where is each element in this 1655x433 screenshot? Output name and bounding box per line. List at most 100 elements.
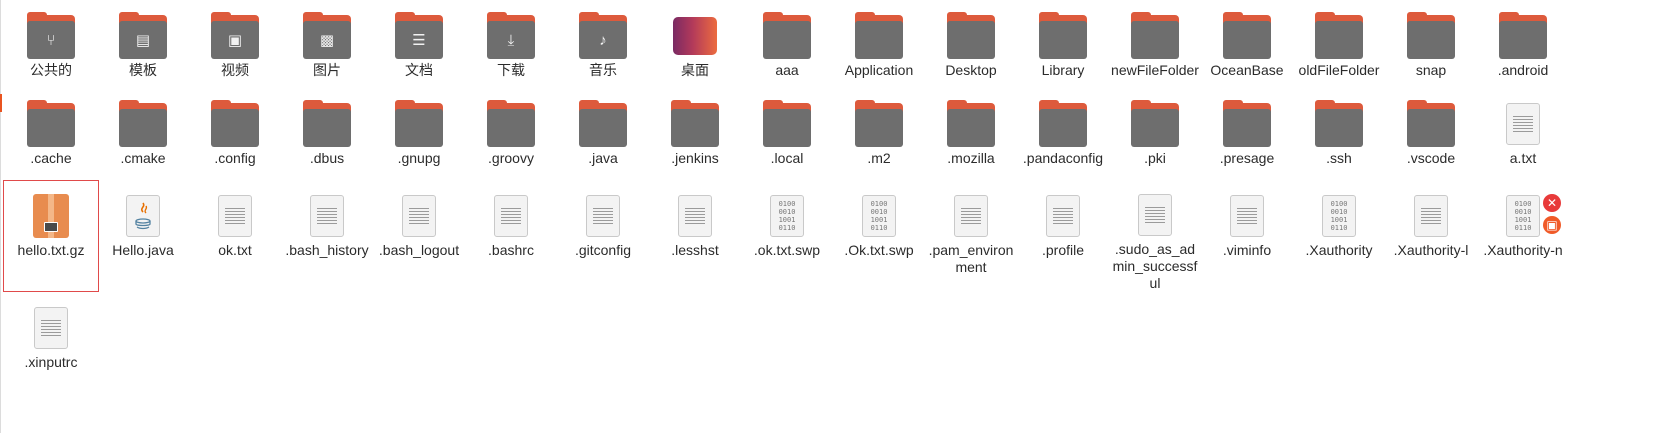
file-item-mozilla[interactable]: .mozilla: [923, 88, 1019, 180]
file-name-label: 图片: [313, 62, 341, 78]
music-folder-icon: ♪: [579, 12, 627, 59]
download-icon: ⤓: [507, 31, 515, 49]
folder-front: [27, 109, 75, 147]
file-item-java[interactable]: .java: [555, 88, 651, 180]
file-item-vscode[interactable]: .vscode: [1383, 88, 1479, 180]
file-thumbnail: [115, 95, 171, 147]
file-item-item[interactable]: ▩ 图片: [279, 0, 375, 86]
file-thumbnail: [207, 95, 263, 147]
text-file-icon: [310, 195, 344, 237]
file-item-bash-logout[interactable]: .bash_logout: [371, 180, 467, 292]
text-line: [225, 217, 245, 218]
file-item-ssh[interactable]: .ssh: [1291, 88, 1387, 180]
folder-front: [1039, 109, 1087, 147]
file-name-label: .android: [1497, 62, 1549, 78]
file-item-android[interactable]: .android: [1475, 0, 1571, 86]
text-line: [1421, 208, 1441, 209]
file-item-oldfilefolder[interactable]: oldFileFolder: [1291, 0, 1387, 86]
text-line: [317, 217, 337, 218]
file-item-aaa[interactable]: aaa: [739, 0, 835, 86]
file-item-a-txt[interactable]: a.txt: [1475, 88, 1571, 180]
file-item-hello-txt-gz[interactable]: hello.txt.gz: [3, 180, 99, 292]
file-item-jenkins[interactable]: .jenkins: [647, 88, 743, 180]
file-item-gitconfig[interactable]: .gitconfig: [555, 180, 651, 292]
file-item-pki[interactable]: .pki: [1107, 88, 1203, 180]
file-item-item[interactable]: ♪ 音乐: [555, 0, 651, 86]
music-icon: ♪: [599, 31, 607, 49]
file-item-oceanbase[interactable]: OceanBase: [1199, 0, 1295, 86]
file-item-groovy[interactable]: .groovy: [463, 88, 559, 180]
file-item-item[interactable]: ▤ 模板: [95, 0, 191, 86]
file-item-xauthority[interactable]: 0100 0010 1001 0110 .Xauthority: [1291, 180, 1387, 292]
file-item-xinputrc[interactable]: .xinputrc: [3, 292, 99, 378]
file-item-library[interactable]: Library: [1015, 0, 1111, 86]
file-item-sudo-as-admin-successful[interactable]: .sudo_as_admin_successful: [1107, 180, 1203, 292]
file-item-pandaconfig[interactable]: .pandaconfig: [1015, 88, 1111, 180]
binary-digits: 0110: [778, 224, 796, 232]
file-item-xauthority-l[interactable]: .Xauthority-l: [1383, 180, 1479, 292]
folder-icon: [1223, 100, 1271, 147]
file-item-item[interactable]: 桌面: [647, 0, 743, 86]
file-item-desktop[interactable]: Desktop: [923, 0, 1019, 86]
file-item-item[interactable]: ⑂ 公共的: [3, 0, 99, 86]
file-item-item[interactable]: ☰ 文档: [371, 0, 467, 86]
file-name-label: .config: [214, 150, 256, 166]
file-item-lesshst[interactable]: .lesshst: [647, 180, 743, 292]
file-item-m2[interactable]: .m2: [831, 88, 927, 180]
folder-icon: [1315, 100, 1363, 147]
file-item-snap[interactable]: snap: [1383, 0, 1479, 86]
archive-zipper: [44, 222, 58, 232]
folder-icon: [1407, 100, 1455, 147]
file-item-item[interactable]: ⤓ 下载: [463, 0, 559, 86]
text-line: [501, 211, 521, 212]
text-line: [1421, 217, 1441, 218]
file-item-pam-environment[interactable]: .pam_environment: [923, 180, 1019, 292]
text-line: [225, 211, 245, 212]
file-item-item[interactable]: ▣ 视频: [187, 0, 283, 86]
file-name-label: Hello.java: [112, 242, 174, 258]
file-item-viminfo[interactable]: .viminfo: [1199, 180, 1295, 292]
file-thumbnail: [851, 7, 907, 59]
desktop-folder-icon: [673, 17, 717, 55]
file-name-label: Library: [1041, 62, 1085, 78]
text-line: [1513, 125, 1533, 126]
text-line: [317, 220, 337, 221]
file-thumbnail: [1035, 187, 1091, 239]
file-item-hello-java[interactable]: Hello.java: [95, 180, 191, 292]
file-item-ok-txt[interactable]: ok.txt: [187, 180, 283, 292]
file-name-label: snap: [1415, 62, 1447, 78]
binary-digits: 0010: [1514, 208, 1532, 216]
file-thumbnail: [1403, 187, 1459, 239]
folder-icon: [855, 12, 903, 59]
text-line: [1237, 223, 1257, 224]
text-line: [225, 214, 245, 215]
file-item-profile[interactable]: .profile: [1015, 180, 1111, 292]
file-item-local[interactable]: .local: [739, 88, 835, 180]
share-icon: ⑂: [46, 31, 56, 49]
file-thumbnail: 0100 0010 1001 0110: [851, 187, 907, 239]
file-thumbnail: 0100 0010 1001 0110: [1311, 187, 1367, 239]
text-line: [225, 208, 245, 209]
text-line: [1145, 210, 1165, 211]
binary-digits: 0010: [870, 208, 888, 216]
file-item-ok-txt-swp[interactable]: 0100 0010 1001 0110 .Ok.txt.swp: [831, 180, 927, 292]
file-item-ok-txt-swp[interactable]: 0100 0010 1001 0110 .ok.txt.swp: [739, 180, 835, 292]
file-item-xauthority-n[interactable]: 0100 0010 1001 0110 ✕ ▣ .Xauthority-n: [1475, 180, 1571, 292]
folder-front: [947, 21, 995, 59]
file-name-label: .gitconfig: [574, 242, 632, 258]
file-item-presage[interactable]: .presage: [1199, 88, 1295, 180]
file-item-application[interactable]: Application: [831, 0, 927, 86]
file-item-config[interactable]: .config: [187, 88, 283, 180]
file-item-cmake[interactable]: .cmake: [95, 88, 191, 180]
file-item-dbus[interactable]: .dbus: [279, 88, 375, 180]
folder-front: [1131, 21, 1179, 59]
file-thumbnail: [1219, 95, 1275, 147]
unreadable-icon: ✕: [1543, 194, 1561, 212]
file-name-label: 文档: [405, 62, 433, 78]
file-item-bashrc[interactable]: .bashrc: [463, 180, 559, 292]
file-item-newfilefolder[interactable]: newFileFolder: [1107, 0, 1203, 86]
file-item-cache[interactable]: .cache: [3, 88, 99, 180]
folder-front: [1315, 109, 1363, 147]
file-item-gnupg[interactable]: .gnupg: [371, 88, 467, 180]
file-item-bash-history[interactable]: .bash_history: [279, 180, 375, 292]
